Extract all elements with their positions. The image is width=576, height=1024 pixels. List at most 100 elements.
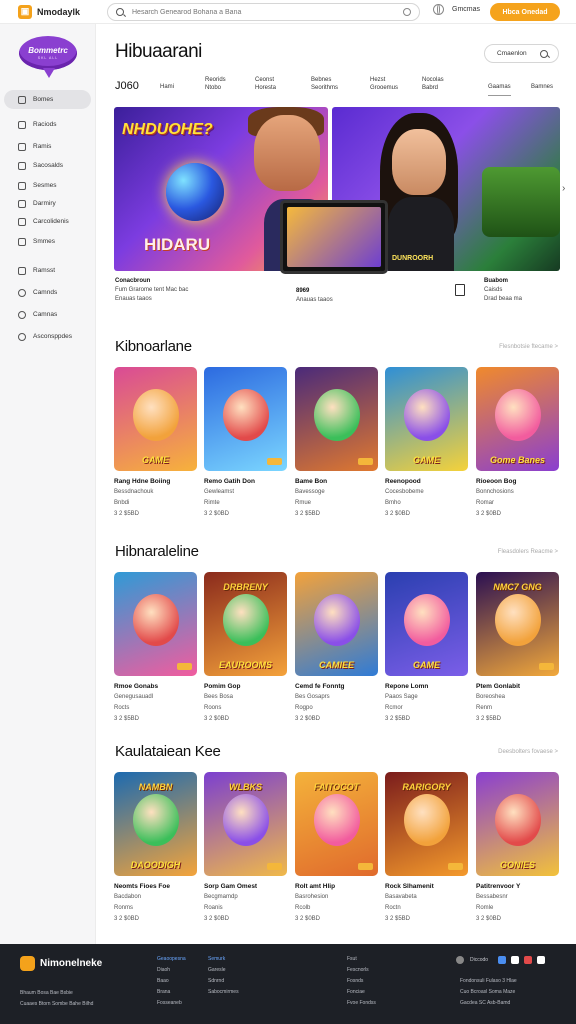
game-card[interactable]: FAITOCOT (295, 772, 378, 876)
footer-link[interactable]: Fsut (347, 954, 376, 965)
game-title[interactable]: Pomim Gop (204, 681, 287, 692)
footer-link[interactable]: Baao (157, 976, 186, 987)
footer-link[interactable]: Cuo Bcroasl Soma Maze (460, 987, 517, 998)
tab-5[interactable]: Bebnes Seorithms (311, 76, 338, 92)
game-card[interactable]: Gome Banes (476, 367, 559, 471)
language-selector[interactable]: Gmcmas (433, 4, 480, 15)
filter-button[interactable]: Cmaenlon (484, 44, 559, 63)
game-card[interactable]: GONIES (476, 772, 559, 876)
footer-link[interactable]: Gacdea SC Asb-Bamd (460, 998, 517, 1009)
sidebar-item-8[interactable]: Smmes (4, 232, 91, 251)
game-title[interactable]: Rock Slhamenit (385, 881, 468, 892)
game-card[interactable]: NAMBN DAOODIGH (114, 772, 197, 876)
footer-link[interactable]: Fonciae (347, 987, 376, 998)
game-card[interactable] (295, 367, 378, 471)
tab-9[interactable]: Bamnes (531, 83, 553, 91)
footer-column-2: Semurk Garesle Sdnrnd Sabocmirmes (208, 954, 239, 998)
footer-link[interactable]: Fvoe Fondss (347, 998, 376, 1009)
game-card[interactable]: CAMIEE (295, 572, 378, 676)
game-title[interactable]: Rang Hdne Boiing (114, 476, 197, 487)
search-input[interactable] (132, 8, 403, 16)
sidebar-item-7[interactable]: Carcolidenis (4, 212, 91, 231)
footer-link[interactable]: Geaoopesna (157, 954, 186, 965)
game-card[interactable] (114, 572, 197, 676)
game-title[interactable]: Reenopood (385, 476, 468, 487)
social-globe-icon[interactable] (456, 956, 464, 964)
sidebar-item-4[interactable]: Sacosalds (4, 156, 91, 175)
footer-link[interactable]: Cuaaes Btorn Sombe Bahe Bilhd (20, 999, 93, 1010)
sidebar-logo[interactable]: Bommetrc SKL ALL (19, 36, 77, 78)
brand-logo-icon: ▣ (18, 4, 32, 19)
see-all-link[interactable]: Fleasdolers Reacme > (498, 549, 558, 555)
tab-4[interactable]: Ceonst Horesta (255, 76, 276, 92)
cta-button[interactable]: Hbca Onedad (490, 3, 560, 21)
game-card[interactable]: RARIGORY (385, 772, 468, 876)
tab-1[interactable]: J060 (115, 81, 139, 92)
game-title[interactable]: Remo Gatih Don (204, 476, 287, 487)
game-title[interactable]: Cemd fe Fonntg (295, 681, 378, 692)
game-card[interactable]: NMC7 GNG (476, 572, 559, 676)
tab-6[interactable]: Hezst Grooemus (370, 76, 398, 92)
game-card[interactable]: GAME (114, 367, 197, 471)
footer-brand[interactable]: Nimonelneke (20, 956, 102, 971)
filter-icon[interactable] (403, 8, 411, 16)
footer-link[interactable]: Fosseaneb (157, 998, 186, 1009)
footer-link[interactable]: Fosnds (347, 976, 376, 987)
tab-2[interactable]: Hami (160, 83, 174, 91)
footer-link[interactable]: Fescnorls (347, 965, 376, 976)
social-instagram-icon[interactable] (537, 956, 546, 964)
game-title[interactable]: Sorp Gam Omest (204, 881, 287, 892)
sidebar-item-11[interactable]: Camnas (4, 305, 91, 324)
sidebar-item-10[interactable]: Camnds (4, 283, 91, 302)
card-badge (539, 663, 554, 670)
footer-link[interactable]: Sdnrnd (208, 976, 239, 987)
brand[interactable]: ▣ Nmodaylk (18, 4, 102, 19)
hero-meta-title: 8969 (296, 288, 310, 294)
tab-7[interactable]: Nocolas Babrd (422, 76, 444, 92)
game-title[interactable]: Neomts Fioes Foe (114, 881, 197, 892)
game-card[interactable]: GAME (385, 367, 468, 471)
social-twitter-icon[interactable] (511, 956, 520, 964)
sidebar-item-1[interactable]: Bomes (4, 90, 91, 109)
sidebar-item-label: Ramis (33, 143, 52, 150)
footer-link[interactable]: Diaoh (157, 965, 186, 976)
search-bar[interactable] (107, 3, 420, 21)
sidebar-item-2[interactable]: Raciods (4, 115, 91, 134)
sidebar-item-9[interactable]: Ramsst (4, 261, 91, 280)
game-info: 3 2 $0BD (295, 916, 321, 922)
social-facebook-icon[interactable] (498, 956, 507, 964)
footer-link[interactable]: Sabocmirmes (208, 987, 239, 998)
game-title[interactable]: Ptem Gonlabit (476, 681, 559, 692)
footer-link[interactable]: Semurk (208, 954, 239, 965)
footer-link[interactable]: Fondonsuli Fulaso 3 Hlae (460, 976, 517, 987)
see-all-link[interactable]: Flesnbotsie ftecame > (499, 344, 558, 350)
game-title[interactable]: Rolt amt Hlip (295, 881, 378, 892)
footer-link[interactable]: Garesle (208, 965, 239, 976)
tab-3[interactable]: Reorids Ntobo (205, 76, 226, 92)
game-info: Bessdnachouk (114, 489, 154, 495)
game-card[interactable] (204, 367, 287, 471)
social-youtube-icon[interactable] (524, 956, 533, 964)
game-card-meta: Rang Hdne Boiing Bessdnachouk Bnbdi 3 2 $5B… (114, 476, 197, 520)
document-icon[interactable] (455, 284, 465, 296)
sidebar-item-3[interactable]: Ramis (4, 137, 91, 156)
hero-meta-title: Buabom (484, 278, 508, 284)
footer-link[interactable]: Brana (157, 987, 186, 998)
chevron-right-icon[interactable]: › (562, 183, 565, 194)
game-title[interactable]: Repone Lomn (385, 681, 468, 692)
game-card[interactable]: WLBKS (204, 772, 287, 876)
game-card[interactable]: DRBRENY EAUROOMS (204, 572, 287, 676)
search-icon (116, 8, 124, 16)
game-title[interactable]: Bame Bon (295, 476, 378, 487)
game-title[interactable]: Rioeoon Bog (476, 476, 559, 487)
game-title[interactable]: Rmoe Gonabs (114, 681, 197, 692)
hero-meta-mid: 8969 Anauas taaos (296, 287, 333, 305)
tab-8[interactable]: Gaamas (488, 83, 511, 96)
see-all-link[interactable]: Deesbolters fovaese > (498, 749, 558, 755)
game-title[interactable]: Patitrenvoor Y (476, 881, 559, 892)
game-card[interactable]: GAME (385, 572, 468, 676)
footer-link[interactable]: Bhaum Bosa Bae Bsbie (20, 988, 93, 999)
sidebar-item-6[interactable]: Darmiry (4, 194, 91, 213)
sidebar-item-5[interactable]: Sesmes (4, 176, 91, 195)
sidebar-item-12[interactable]: Asconsppdes (4, 327, 91, 346)
